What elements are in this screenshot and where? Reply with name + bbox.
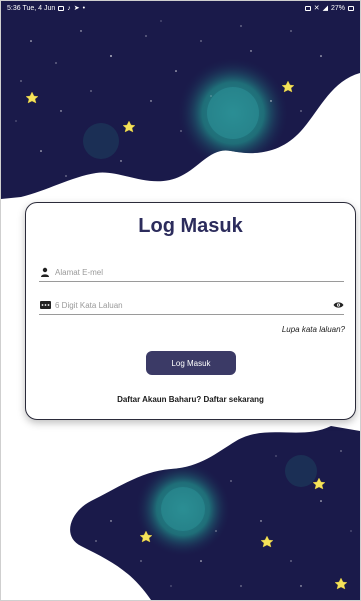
- login-button[interactable]: Log Masuk: [146, 351, 236, 375]
- eye-icon[interactable]: [332, 299, 344, 311]
- tiktok-icon: ♪: [67, 4, 71, 12]
- page-title: Log Masuk: [138, 215, 243, 237]
- forgot-password-link[interactable]: Lupa kata laluan?: [282, 325, 345, 334]
- app-screen: 5:36 Tue, 4 Jun ♪ ➤ • ✕ ◢ 27% Log Masuk: [0, 0, 361, 601]
- person-icon: [39, 266, 51, 278]
- status-right: ✕ ◢ 27%: [304, 4, 354, 12]
- login-card: Log Masuk Lupa kata laluan? Log Masuk Da…: [25, 202, 356, 420]
- status-left: 5:36 Tue, 4 Jun ♪ ➤ •: [7, 4, 86, 13]
- status-bar: 5:36 Tue, 4 Jun ♪ ➤ • ✕ ◢ 27%: [1, 1, 360, 15]
- mute-icon: ✕: [313, 5, 320, 12]
- battery-label: 27%: [330, 4, 345, 12]
- signal-icon: ◢: [322, 5, 328, 12]
- gallery-icon: [58, 5, 65, 11]
- battery-icon: [348, 5, 354, 11]
- signup-link[interactable]: Daftar Akaun Baharu? Daftar sekarang: [26, 395, 355, 404]
- alarm-icon: [304, 5, 311, 11]
- password-input[interactable]: [51, 300, 332, 310]
- password-field: [39, 296, 344, 315]
- pin-dots-icon: [39, 299, 51, 311]
- email-input[interactable]: [51, 267, 344, 277]
- dot-icon: •: [82, 4, 86, 12]
- telegram-icon: ➤: [73, 5, 80, 12]
- email-field: [39, 263, 344, 282]
- status-time-date: 5:36 Tue, 4 Jun: [7, 4, 56, 12]
